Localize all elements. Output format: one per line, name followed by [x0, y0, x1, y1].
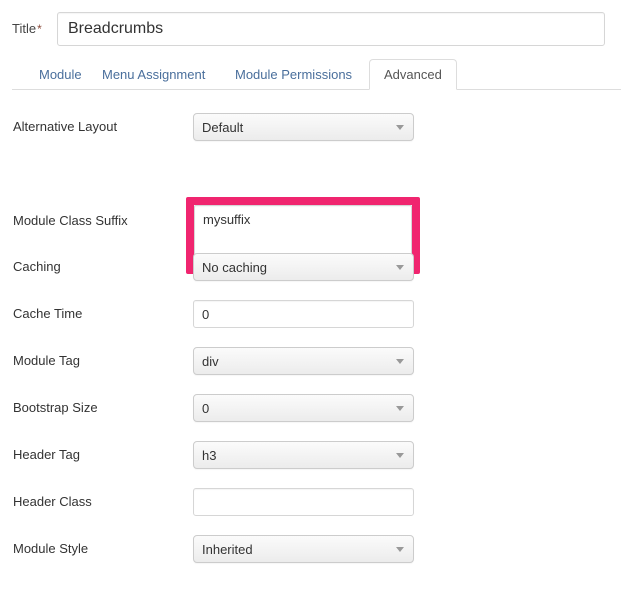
field-row-module-style: Module Style Inherited — [0, 527, 621, 574]
field-row-caching: Caching No caching — [0, 245, 621, 292]
select-module-style[interactable]: Inherited — [193, 535, 414, 563]
field-row-header-tag: Header Tag h3 — [0, 433, 621, 480]
label-module-class-suffix: Module Class Suffix — [13, 213, 128, 228]
tab-menu-assignment[interactable]: Menu Assignment — [87, 59, 220, 90]
title-input[interactable] — [57, 12, 605, 46]
label-cache-time: Cache Time — [13, 306, 83, 321]
input-header-class[interactable] — [193, 488, 414, 516]
control-header-class — [193, 488, 414, 516]
required-asterisk: * — [37, 22, 42, 36]
label-alternative-layout: Alternative Layout — [13, 119, 118, 134]
control-module-tag: div — [193, 347, 414, 375]
control-module-style: Inherited — [193, 535, 414, 563]
title-field-row: Title* — [0, 12, 621, 46]
control-alternative-layout: Default — [193, 113, 414, 141]
field-row-module-class-suffix: Module Class Suffix mysuffix — [0, 152, 621, 274]
select-caching[interactable]: No caching — [193, 253, 414, 281]
control-caching: No caching — [193, 253, 414, 281]
control-bootstrap-size: 0 — [193, 394, 414, 422]
tab-module-permissions[interactable]: Module Permissions — [220, 59, 367, 90]
field-row-cache-time: Cache Time — [0, 292, 621, 339]
field-row-bootstrap-size: Bootstrap Size 0 — [0, 386, 621, 433]
label-bootstrap-size: Bootstrap Size — [13, 400, 98, 415]
advanced-tab-form: Alternative Layout Default Module Class … — [0, 105, 621, 574]
field-row-alternative-layout: Alternative Layout Default — [0, 105, 621, 152]
label-caching: Caching — [13, 259, 61, 274]
select-module-tag[interactable]: div — [193, 347, 414, 375]
select-bootstrap-size[interactable]: 0 — [193, 394, 414, 422]
title-label-text: Title — [12, 21, 37, 36]
field-row-header-class: Header Class — [0, 480, 621, 527]
label-module-style: Module Style — [13, 541, 89, 556]
control-header-tag: h3 — [193, 441, 414, 469]
input-cache-time[interactable] — [193, 300, 414, 328]
label-header-class: Header Class — [13, 494, 92, 509]
label-module-tag: Module Tag — [13, 353, 80, 368]
tab-advanced[interactable]: Advanced — [369, 59, 457, 90]
tab-bar: Module Menu Assignment Module Permission… — [12, 59, 621, 90]
title-label: Title* — [12, 21, 42, 36]
field-row-module-tag: Module Tag div — [0, 339, 621, 386]
select-header-tag[interactable]: h3 — [193, 441, 414, 469]
control-cache-time — [193, 300, 414, 328]
tab-module[interactable]: Module — [24, 59, 97, 90]
label-header-tag: Header Tag — [13, 447, 80, 462]
select-alternative-layout[interactable]: Default — [193, 113, 414, 141]
